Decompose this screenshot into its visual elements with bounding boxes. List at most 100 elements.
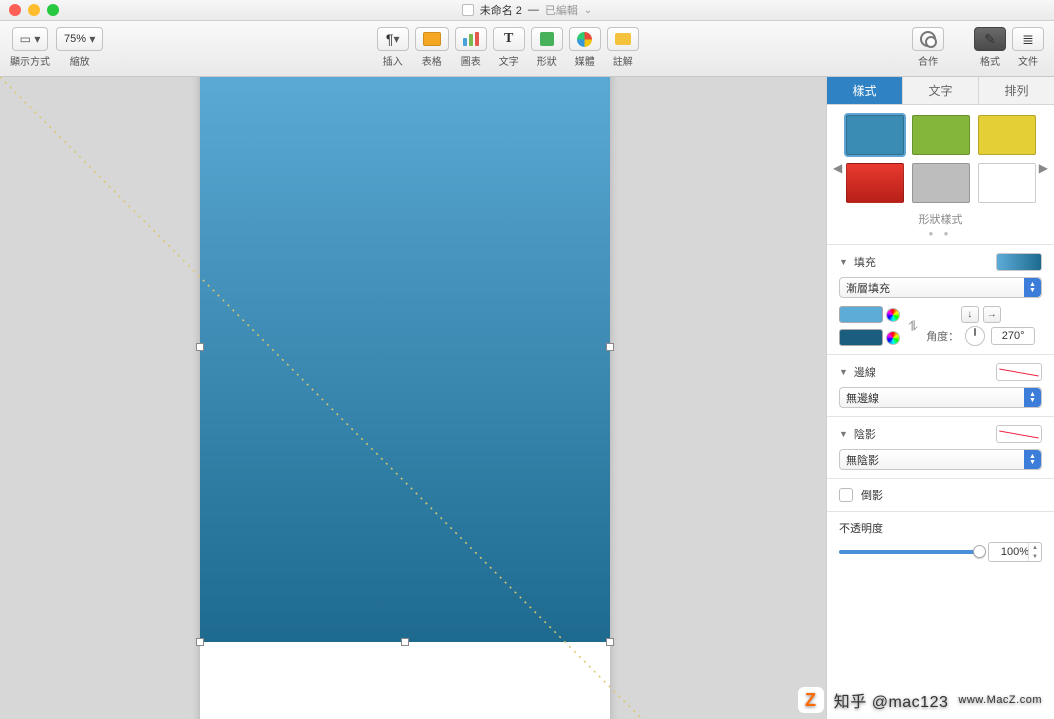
opacity-slider[interactable] xyxy=(839,550,980,554)
document-label: 文件 xyxy=(1018,53,1038,68)
preset-swatch-blue[interactable] xyxy=(846,115,904,155)
insert-button[interactable]: ¶▾ 插入 xyxy=(377,27,409,68)
opacity-stepper[interactable]: ▲▼ xyxy=(1028,543,1041,561)
comment-icon xyxy=(615,33,631,45)
toolbar: ▭ ▾ 顯示方式 75% ▾ 縮放 ¶▾ 插入 表格 圖表 T 文字 形狀 xyxy=(0,21,1054,77)
comment-button[interactable]: 註解 xyxy=(607,27,639,68)
chart-label: 圖表 xyxy=(461,53,481,68)
shape-button[interactable]: 形狀 xyxy=(531,27,563,68)
opacity-input[interactable]: 100% ▲▼ xyxy=(988,542,1042,562)
tab-style[interactable]: 樣式 xyxy=(827,77,903,104)
color-wheel-icon[interactable] xyxy=(886,331,900,345)
fill-type-value: 漸層填充 xyxy=(846,280,890,296)
insert-label: 插入 xyxy=(383,53,403,68)
zoom-value: 75% xyxy=(64,33,86,45)
format-label: 格式 xyxy=(980,53,1000,68)
table-label: 表格 xyxy=(422,53,442,68)
select-arrows-icon: ▲▼ xyxy=(1024,388,1041,407)
resize-handle-bottom-middle[interactable] xyxy=(401,638,409,646)
select-arrows-icon: ▲▼ xyxy=(1024,278,1041,297)
resize-handle-bottom-left[interactable] xyxy=(196,638,204,646)
disclosure-triangle-icon[interactable]: ▼ xyxy=(839,367,848,377)
media-label: 媒體 xyxy=(575,53,595,68)
opacity-section: 不透明度 100% ▲▼ xyxy=(827,511,1054,570)
shadow-title: 陰影 xyxy=(854,426,990,442)
shape-styles-label: 形狀樣式 xyxy=(831,211,1050,227)
document-icon xyxy=(462,4,474,16)
shadow-type-value: 無陰影 xyxy=(846,452,879,468)
text-label: 文字 xyxy=(499,53,519,68)
selected-shape[interactable] xyxy=(200,77,610,642)
fill-title: 填充 xyxy=(854,254,990,270)
opacity-label: 不透明度 xyxy=(839,520,1042,536)
color-wheel-icon[interactable] xyxy=(886,308,900,322)
gradient-linear-button[interactable]: ↓ xyxy=(961,306,979,323)
preset-swatch-red[interactable] xyxy=(846,163,904,203)
disclosure-triangle-icon[interactable]: ▼ xyxy=(839,429,848,439)
resize-handle-middle-left[interactable] xyxy=(196,343,204,351)
fill-preview-chip[interactable] xyxy=(996,253,1042,271)
document-name: 未命名 2 xyxy=(480,2,522,18)
chart-icon xyxy=(463,32,479,46)
brush-icon: ✎ xyxy=(984,31,996,48)
resize-handle-middle-right[interactable] xyxy=(606,343,614,351)
document-inspector-button[interactable]: ≣ 文件 xyxy=(1012,27,1044,68)
preset-next-button[interactable]: ▶ xyxy=(1035,157,1052,179)
collaborate-button[interactable]: 合作 xyxy=(912,27,944,68)
reflection-label: 倒影 xyxy=(861,487,883,503)
border-title: 邊線 xyxy=(854,364,990,380)
pilcrow-icon: ¶ xyxy=(386,31,394,47)
view-mode-label: 顯示方式 xyxy=(10,53,50,68)
angle-dial[interactable] xyxy=(965,326,985,346)
window-titlebar: 未命名 2 — 已編輯 ⌄ xyxy=(0,0,1054,21)
media-button[interactable]: 媒體 xyxy=(569,27,601,68)
preset-swatch-white[interactable] xyxy=(978,163,1036,203)
fill-section: ▼ 填充 漸層填充 ▲▼ ⥮ ↓ → xyxy=(827,244,1054,354)
disclosure-triangle-icon[interactable]: ▼ xyxy=(839,257,848,267)
select-arrows-icon: ▲▼ xyxy=(1024,450,1041,469)
zhihu-logo-icon: Z xyxy=(798,687,824,713)
angle-label: 角度： xyxy=(926,328,959,344)
canvas-workspace[interactable] xyxy=(0,77,826,719)
collaborate-label: 合作 xyxy=(918,53,938,68)
shadow-preview-chip[interactable] xyxy=(996,425,1042,443)
preset-prev-button[interactable]: ◀ xyxy=(829,157,846,179)
tab-text[interactable]: 文字 xyxy=(903,77,979,104)
gradient-start-color[interactable] xyxy=(839,306,883,323)
preset-swatch-green[interactable] xyxy=(912,115,970,155)
border-section: ▼ 邊線 無邊線 ▲▼ xyxy=(827,354,1054,416)
border-type-select[interactable]: 無邊線 ▲▼ xyxy=(839,387,1042,408)
preset-swatch-yellow[interactable] xyxy=(978,115,1036,155)
zoom-button[interactable]: 75% ▾ 縮放 xyxy=(56,27,103,68)
reflection-section: 倒影 xyxy=(827,478,1054,511)
gradient-end-color[interactable] xyxy=(839,329,883,346)
text-button[interactable]: T 文字 xyxy=(493,27,525,68)
page-dots-icon: ● ● xyxy=(831,229,1050,238)
resize-handle-bottom-right[interactable] xyxy=(606,638,614,646)
chevron-down-icon[interactable]: ⌄ xyxy=(584,5,592,16)
view-mode-button[interactable]: ▭ ▾ 顯示方式 xyxy=(10,27,50,68)
preset-swatch-grey[interactable] xyxy=(912,163,970,203)
comment-label: 註解 xyxy=(613,53,633,68)
gradient-radial-button[interactable]: → xyxy=(983,306,1001,323)
chart-button[interactable]: 圖表 xyxy=(455,27,487,68)
zoom-label: 縮放 xyxy=(70,53,90,68)
opacity-value: 100% xyxy=(1001,546,1029,558)
shape-style-presets: ◀ ▶ 形狀樣式 ● ● xyxy=(827,105,1054,244)
window-title: 未命名 2 — 已編輯 ⌄ xyxy=(0,2,1054,18)
table-button[interactable]: 表格 xyxy=(415,27,449,68)
angle-input[interactable] xyxy=(991,327,1035,345)
fill-type-select[interactable]: 漸層填充 ▲▼ xyxy=(839,277,1042,298)
tab-arrange[interactable]: 排列 xyxy=(979,77,1054,104)
document-page[interactable] xyxy=(200,77,610,719)
document-icon: ≣ xyxy=(1022,31,1034,48)
media-icon xyxy=(577,32,592,47)
border-preview-chip[interactable] xyxy=(996,363,1042,381)
watermark-en: www.MacZ.com xyxy=(958,694,1042,706)
reflection-checkbox[interactable] xyxy=(839,488,853,502)
format-inspector-button[interactable]: ✎ 格式 xyxy=(974,27,1006,68)
shadow-type-select[interactable]: 無陰影 ▲▼ xyxy=(839,449,1042,470)
watermark-zh: 知乎 @mac123 xyxy=(834,688,949,712)
text-icon: T xyxy=(504,31,513,47)
swap-colors-button[interactable]: ⥮ xyxy=(908,318,918,335)
